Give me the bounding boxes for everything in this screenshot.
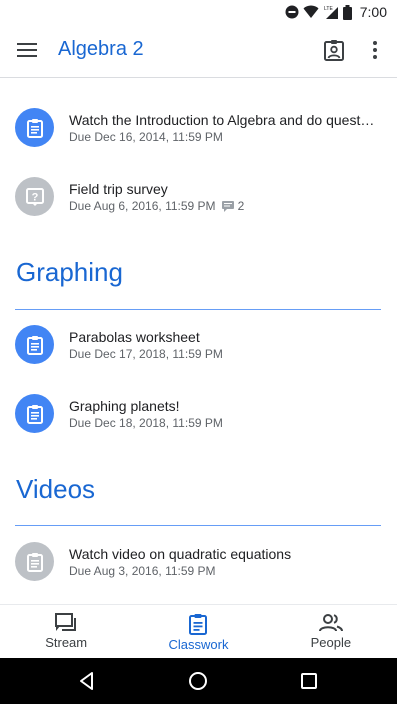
item-due-text: Due Dec 16, 2014, 11:59 PM xyxy=(69,130,223,144)
item-due-text: Due Aug 3, 2016, 11:59 PM xyxy=(69,564,216,578)
system-nav-bar xyxy=(0,658,397,704)
do-not-disturb-icon xyxy=(285,5,299,19)
people-icon xyxy=(318,614,343,632)
tab-people[interactable]: People xyxy=(265,605,397,658)
item-due-text: Due Dec 17, 2018, 11:59 PM xyxy=(69,347,223,361)
tab-classwork[interactable]: Classwork xyxy=(132,605,264,658)
page-title: Algebra 2 xyxy=(58,38,144,60)
recents-icon[interactable] xyxy=(298,670,320,692)
list-item[interactable]: Watch the Introduction to Algebra and do… xyxy=(0,108,397,172)
assignment-icon xyxy=(15,108,54,147)
comment-icon xyxy=(221,200,234,212)
list-item[interactable]: Graphing planets! Due Dec 18, 2018, 11:5… xyxy=(0,394,397,458)
status-icons: LTE 7:00 xyxy=(285,3,387,21)
item-title: Graphing planets! xyxy=(69,398,180,414)
stream-icon xyxy=(55,613,77,631)
back-icon[interactable] xyxy=(76,670,98,692)
item-due-date: Due Aug 6, 2016, 11:59 PM 2 xyxy=(69,199,244,213)
list-item[interactable]: ? Field trip survey Due Aug 6, 2016, 11:… xyxy=(0,177,397,241)
tab-label: Classwork xyxy=(168,637,229,652)
assignment-ind-icon[interactable] xyxy=(322,38,346,62)
svg-text:?: ? xyxy=(31,191,38,203)
classwork-icon xyxy=(189,614,208,635)
tab-label: People xyxy=(310,635,352,650)
battery-icon xyxy=(342,4,352,20)
app-bar: Algebra 2 xyxy=(0,24,397,78)
bottom-nav: Stream Classwork People xyxy=(0,604,397,658)
status-bar: LTE 7:00 xyxy=(0,0,397,24)
section-title-videos: Videos xyxy=(16,474,96,504)
tab-label: Stream xyxy=(45,635,88,650)
question-icon: ? xyxy=(15,177,54,216)
comment-count: 2 xyxy=(221,199,245,213)
item-due-date: Due Dec 18, 2018, 11:59 PM xyxy=(69,416,223,430)
item-title: Watch the Introduction to Algebra and do… xyxy=(69,112,375,128)
more-vert-icon[interactable] xyxy=(365,38,385,62)
status-time: 7:00 xyxy=(359,4,387,20)
wifi-icon xyxy=(303,5,319,18)
assignment-icon xyxy=(15,394,54,433)
menu-icon[interactable] xyxy=(16,39,38,61)
item-due-text: Due Dec 18, 2018, 11:59 PM xyxy=(69,416,223,430)
section-title-graphing: Graphing xyxy=(16,257,123,287)
assignment-icon xyxy=(15,542,54,581)
item-due-text: Due Aug 6, 2016, 11:59 PM xyxy=(69,199,216,213)
comment-count-value: 2 xyxy=(237,199,245,213)
list-item[interactable]: Parabolas worksheet Due Dec 17, 2018, 11… xyxy=(0,325,397,389)
item-due-date: Due Dec 16, 2014, 11:59 PM xyxy=(69,130,223,144)
item-due-date: Due Dec 17, 2018, 11:59 PM xyxy=(69,347,223,361)
svg-text:LTE: LTE xyxy=(324,6,333,12)
item-title: Parabolas worksheet xyxy=(69,329,200,345)
classwork-list: Watch the Introduction to Algebra and do… xyxy=(0,79,397,604)
section-divider xyxy=(15,525,381,526)
home-icon[interactable] xyxy=(187,670,209,692)
item-title: Watch video on quadratic equations xyxy=(69,546,292,562)
tab-stream[interactable]: Stream xyxy=(0,605,132,658)
section-divider xyxy=(15,309,381,310)
item-title: Field trip survey xyxy=(69,181,168,197)
list-item[interactable]: Watch video on quadratic equations Due A… xyxy=(0,542,397,604)
assignment-icon xyxy=(15,325,54,364)
cell-signal-icon: LTE xyxy=(324,6,338,19)
item-due-date: Due Aug 3, 2016, 11:59 PM xyxy=(69,564,216,578)
